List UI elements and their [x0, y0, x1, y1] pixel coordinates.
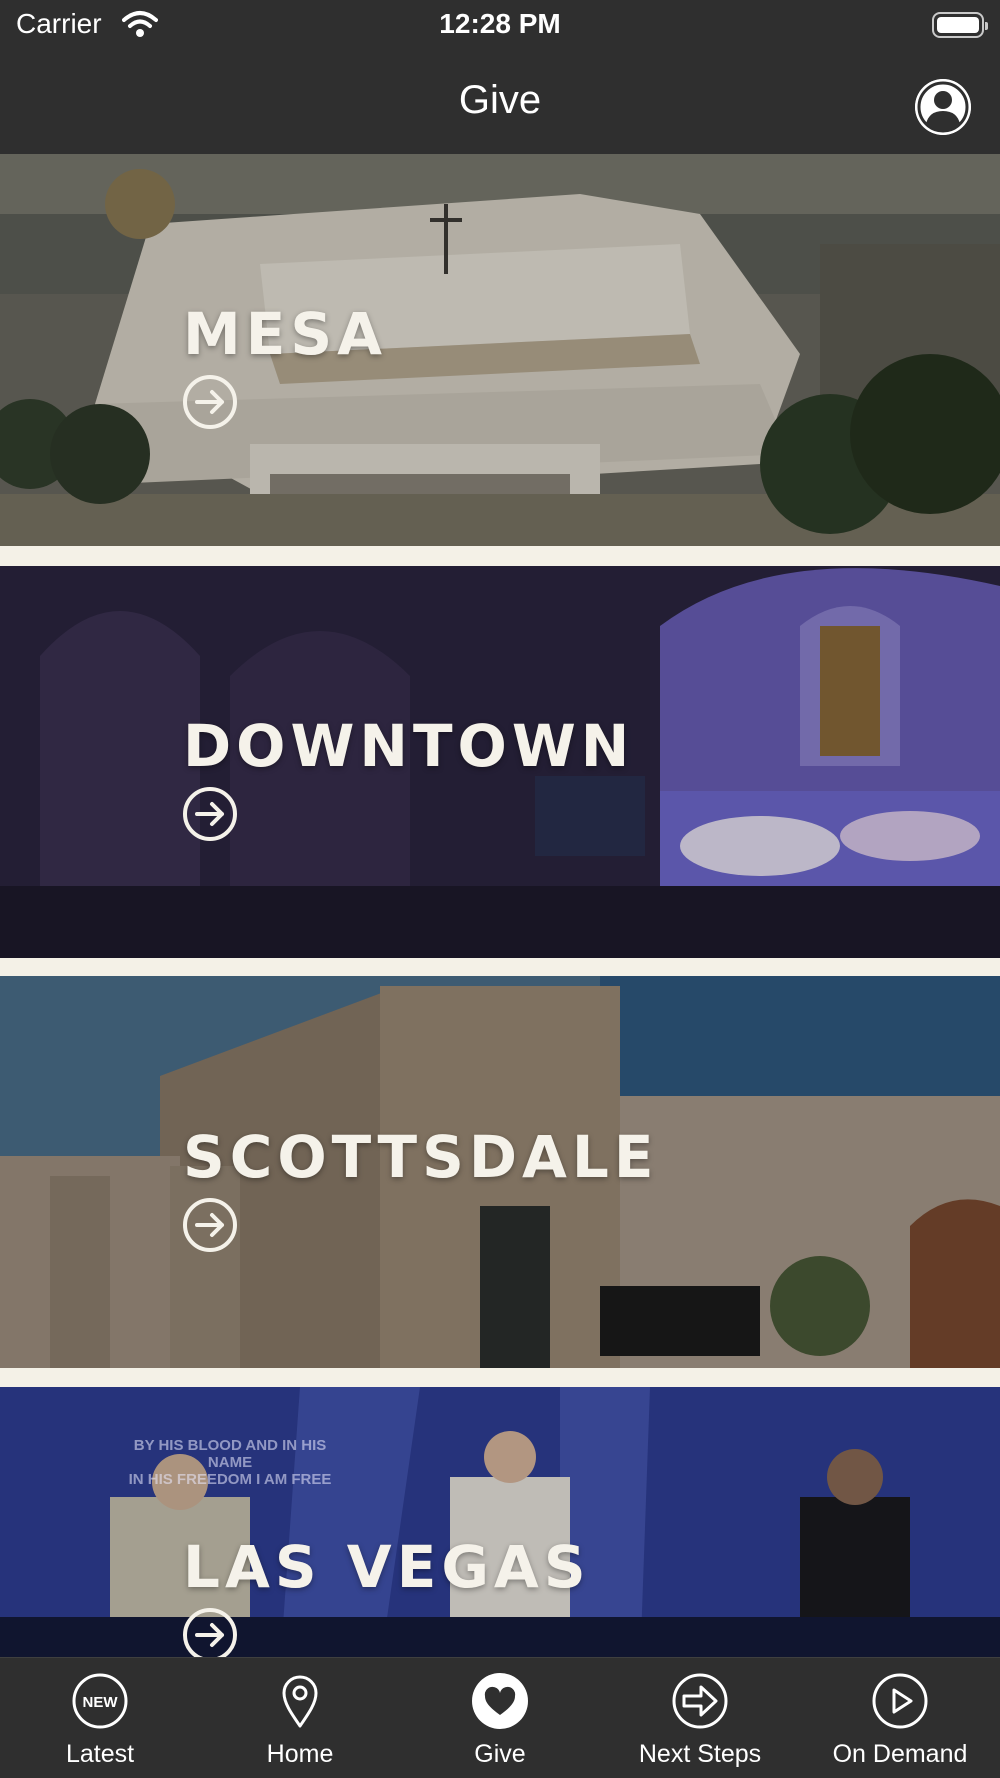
user-avatar-icon [915, 79, 971, 135]
tab-label-latest: Latest [65, 1740, 135, 1768]
tab-label-give: Give [474, 1740, 526, 1768]
nav-bar: Give [0, 52, 1000, 154]
page-title: Give [458, 78, 542, 122]
tab-latest[interactable]: NEW Latest [0, 1658, 200, 1778]
new-badge-text: NEW [83, 1694, 119, 1711]
campus-name-las-vegas: LAS VEGAS [183, 1533, 591, 1601]
campus-name-scottsdale: SCOTTSDALE [183, 1123, 659, 1191]
arrow-right-circle-icon[interactable] [182, 1197, 238, 1253]
tab-home[interactable]: Home [200, 1658, 400, 1778]
play-icon [872, 1673, 928, 1729]
location-pin-icon [282, 1675, 318, 1728]
arrow-right-circle-icon[interactable] [182, 1607, 238, 1657]
tab-label-on-demand: On Demand [832, 1740, 968, 1768]
tab-next-steps[interactable]: Next Steps [600, 1658, 800, 1778]
tab-give[interactable]: Give [400, 1658, 600, 1778]
battery-icon [932, 12, 988, 38]
stage-screen-lyrics: BY HIS BLOOD AND IN HIS NAME IN HIS FREE… [128, 1437, 332, 1488]
clock: 12:28 PM [439, 8, 561, 39]
tab-label-next-steps: Next Steps [638, 1740, 762, 1768]
campus-name-mesa: MESA [183, 300, 387, 368]
profile-button[interactable] [915, 79, 971, 135]
tab-label-home: Home [266, 1740, 334, 1768]
tab-bar: NEW Latest Home Give Next Steps On Deman… [0, 1657, 1000, 1778]
arrow-right-circle-icon[interactable] [182, 786, 238, 842]
campus-card-mesa[interactable]: MESA [0, 154, 1000, 546]
campus-card-downtown[interactable]: DOWNTOWN [0, 566, 1000, 958]
campus-name-downtown: DOWNTOWN [183, 712, 635, 780]
campus-card-las-vegas[interactable]: BY HIS BLOOD AND IN HIS NAME IN HIS FREE… [0, 1387, 1000, 1657]
arrow-right-circle-icon[interactable] [182, 374, 238, 430]
campus-card-scottsdale[interactable]: SCOTTSDALE [0, 976, 1000, 1368]
heart-icon [472, 1673, 528, 1729]
new-badge-icon: NEW [72, 1673, 128, 1729]
campus-list: MESA DOWNTOWN SCOTTSDALE BY HIS BLOOD AN… [0, 154, 1000, 1657]
tab-on-demand[interactable]: On Demand [800, 1658, 1000, 1778]
give-screen: Carrier 12:28 PM Give MESA DOWNTOWN SCOT… [0, 0, 1000, 1778]
status-bar: Carrier 12:28 PM [0, 0, 1000, 52]
arrow-circle-icon [672, 1673, 728, 1729]
